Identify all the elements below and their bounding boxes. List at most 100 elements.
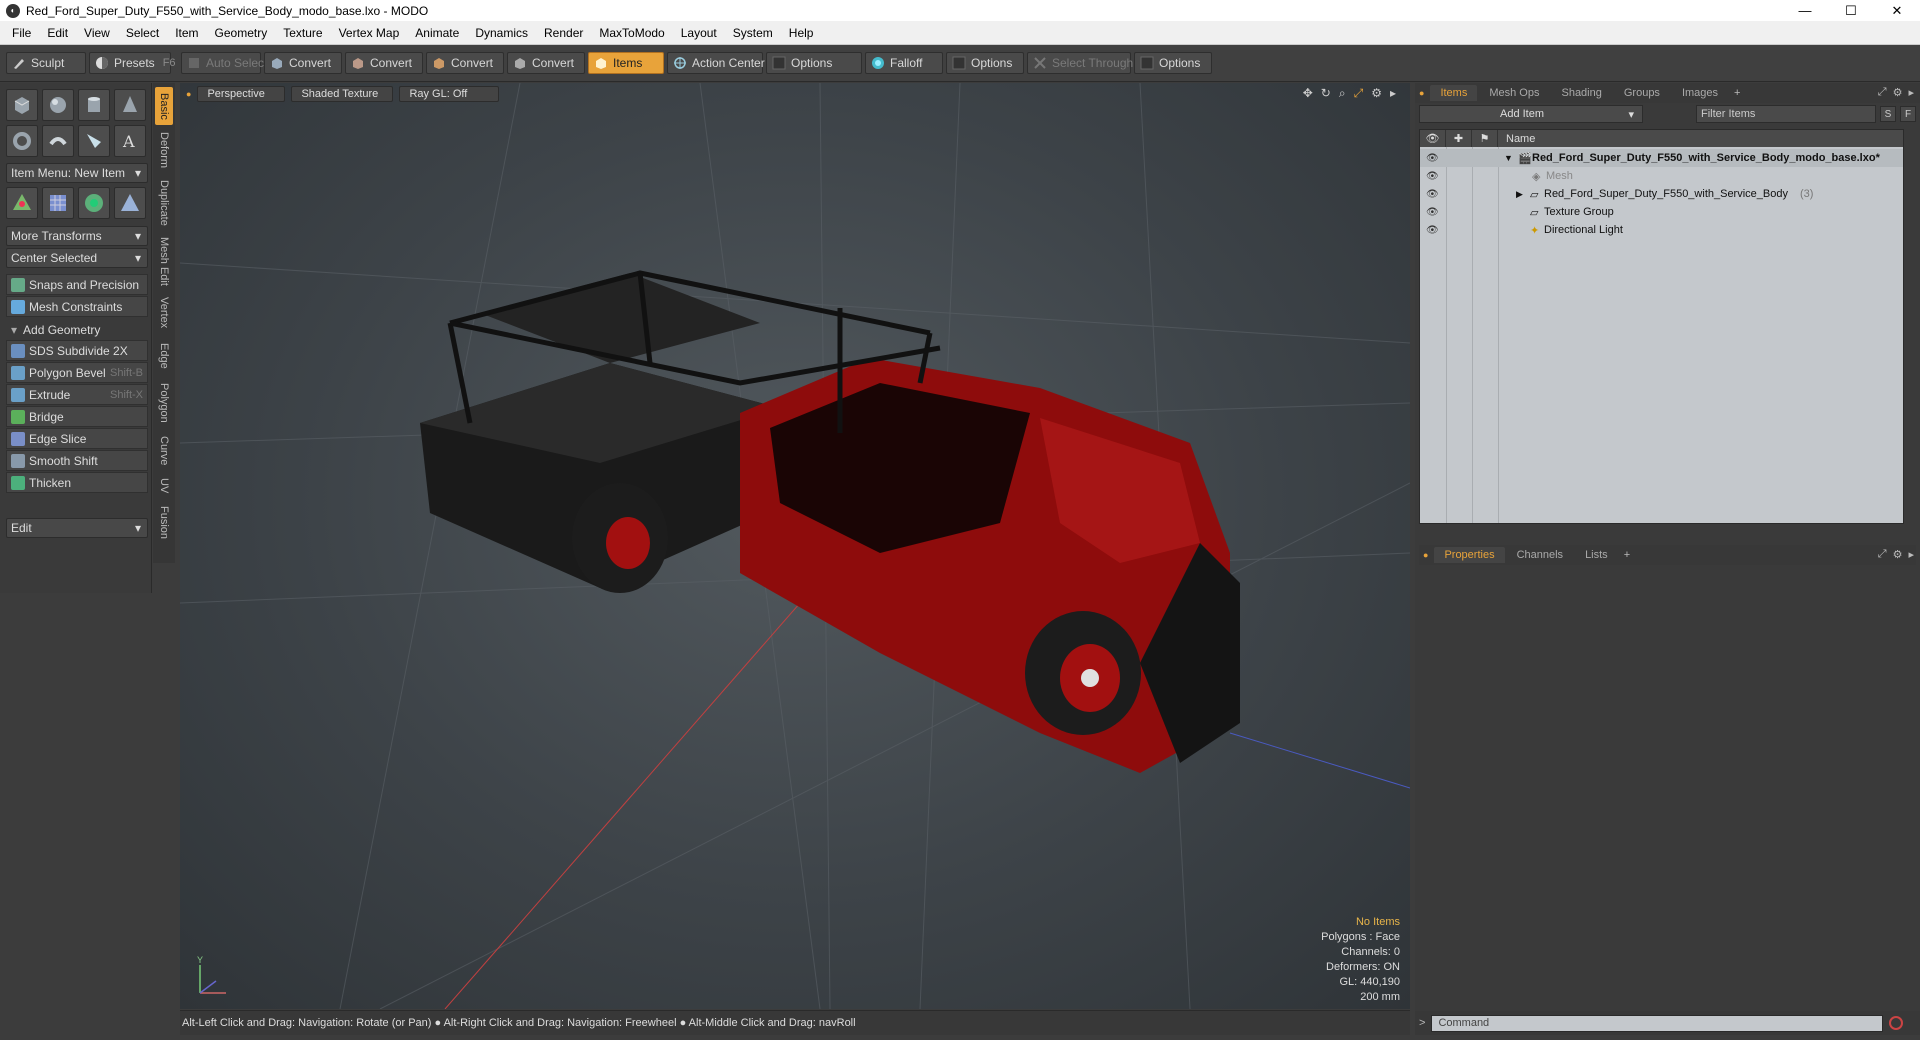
add-tab-icon[interactable]: + — [1620, 549, 1634, 561]
menu-view[interactable]: View — [76, 26, 118, 40]
fit-icon[interactable]: ⤢ — [1354, 86, 1364, 101]
panel-settings-icon[interactable]: ⚙ — [1893, 548, 1903, 561]
tree-row-model[interactable]: 👁 ▶ ▱ Red_Ford_Super_Duty_F550_with_Serv… — [1420, 185, 1903, 203]
render-column-icon[interactable]: ⚑ — [1472, 130, 1498, 147]
tab-shading[interactable]: Shading — [1551, 85, 1611, 101]
eye-icon[interactable]: 👁 — [1426, 189, 1440, 200]
panel-expand-icon[interactable]: ⤢ — [1878, 548, 1887, 561]
collapse-arrow-icon[interactable]: ▼ — [1504, 153, 1513, 163]
menu-select[interactable]: Select — [118, 26, 167, 40]
menu-animate[interactable]: Animate — [407, 26, 467, 40]
tab-vertex[interactable]: Vertex — [155, 293, 173, 333]
panel-settings-icon[interactable]: ⚙ — [1893, 86, 1903, 99]
capsule-tool-icon[interactable] — [42, 125, 74, 157]
extrude-button[interactable]: Extrude Shift-X — [6, 384, 148, 405]
panel-expand-icon[interactable]: ⤢ — [1878, 86, 1887, 99]
viewport-expand-icon[interactable]: ▸ — [1390, 86, 1396, 101]
filter-items-input[interactable]: Filter Items — [1696, 105, 1876, 123]
3d-viewport[interactable]: ● Perspective Shaded Texture Ray GL: Off… — [180, 83, 1410, 1009]
text-tool-icon[interactable]: A — [114, 125, 146, 157]
add-tab-icon[interactable]: + — [1730, 87, 1744, 99]
select-through-button[interactable]: Select Through — [1027, 52, 1133, 74]
menu-vertex-map[interactable]: Vertex Map — [331, 26, 408, 40]
menu-system[interactable]: System — [725, 26, 781, 40]
tab-mesh-edit[interactable]: Mesh Edit — [155, 235, 173, 287]
maximize-button[interactable]: ☐ — [1828, 0, 1874, 21]
eye-icon[interactable]: 👁 — [1426, 153, 1440, 164]
panel-arrow-icon[interactable]: ▸ — [1908, 86, 1914, 99]
menu-maxtomodo[interactable]: MaxToModo — [591, 26, 672, 40]
grid-tool-icon[interactable] — [42, 187, 74, 219]
eye-icon[interactable]: 👁 — [1426, 207, 1440, 218]
pen-tool-icon[interactable] — [78, 125, 110, 157]
edge-slice-button[interactable]: Edge Slice — [6, 428, 148, 449]
orbit-icon[interactable]: ↻ — [1321, 86, 1331, 101]
minimize-button[interactable]: — — [1782, 0, 1828, 21]
tab-channels[interactable]: Channels — [1507, 547, 1573, 563]
menu-dynamics[interactable]: Dynamics — [467, 26, 536, 40]
panel-menu-icon[interactable]: ● — [1423, 550, 1428, 560]
convert-polygons-button[interactable]: Convert — [426, 52, 504, 74]
close-button[interactable]: ✕ — [1874, 0, 1920, 21]
tab-uv[interactable]: UV — [155, 475, 173, 497]
tab-properties[interactable]: Properties — [1434, 547, 1505, 563]
menu-layout[interactable]: Layout — [673, 26, 725, 40]
menu-texture[interactable]: Texture — [275, 26, 330, 40]
viewport-settings-icon[interactable]: ⚙ — [1371, 86, 1382, 101]
thicken-button[interactable]: Thicken — [6, 472, 148, 493]
action-center-button[interactable]: Action Center — [667, 52, 765, 74]
add-item-dropdown[interactable]: Add Item ▾ — [1419, 105, 1643, 123]
tree-row-texture-group[interactable]: 👁 ▱ Texture Group — [1420, 203, 1903, 221]
snaps-precision-button[interactable]: Snaps and Precision — [6, 274, 148, 295]
tab-edge[interactable]: Edge — [155, 339, 173, 373]
tab-deform[interactable]: Deform — [155, 129, 173, 171]
tab-basic[interactable]: Basic — [155, 87, 173, 125]
cylinder-primitive-icon[interactable] — [78, 89, 110, 121]
convert-vertices-button[interactable]: Convert — [264, 52, 342, 74]
cube-primitive-icon[interactable] — [6, 89, 38, 121]
falloff-button[interactable]: Falloff — [865, 52, 943, 74]
visibility-column-icon[interactable]: 👁 — [1420, 130, 1446, 147]
transform-tool-icon[interactable] — [6, 187, 38, 219]
tab-curve[interactable]: Curve — [155, 433, 173, 469]
tree-row-light[interactable]: 👁 ✦ Directional Light — [1420, 221, 1903, 239]
record-icon[interactable] — [1889, 1016, 1904, 1030]
sphere-primitive-icon[interactable] — [42, 89, 74, 121]
smooth-shift-button[interactable]: Smooth Shift — [6, 450, 148, 471]
tab-groups[interactable]: Groups — [1614, 85, 1670, 101]
convert-edges-button[interactable]: Convert — [345, 52, 423, 74]
select-through-options-button[interactable]: Options — [1134, 52, 1212, 74]
search-s-button[interactable]: S — [1880, 106, 1896, 122]
command-input[interactable]: Command — [1431, 1014, 1884, 1032]
presets-button[interactable]: Presets F6 — [89, 52, 176, 74]
filter-f-button[interactable]: F — [1900, 106, 1916, 122]
items-mode-button[interactable]: Items — [588, 52, 664, 74]
tree-row-mesh[interactable]: 👁 ◈ Mesh — [1420, 167, 1903, 185]
action-center-options-button[interactable]: Options — [766, 52, 862, 74]
view-type-button[interactable]: Perspective — [197, 86, 286, 102]
menu-geometry[interactable]: Geometry — [207, 26, 276, 40]
tab-duplicate[interactable]: Duplicate — [155, 177, 173, 229]
item-menu-dropdown[interactable]: Item Menu: New Item ▾ — [6, 163, 148, 183]
scale-tool-icon[interactable] — [114, 187, 146, 219]
sculpt-button[interactable]: Sculpt — [6, 52, 86, 74]
menu-help[interactable]: Help — [781, 26, 822, 40]
name-column-header[interactable]: Name — [1498, 133, 1535, 145]
eye-icon[interactable]: 👁 — [1426, 225, 1440, 236]
menu-edit[interactable]: Edit — [39, 26, 76, 40]
expand-arrow-icon[interactable]: ▶ — [1516, 189, 1523, 200]
mesh-constraints-button[interactable]: Mesh Constraints — [6, 296, 148, 317]
menu-item[interactable]: Item — [167, 26, 206, 40]
tab-polygon[interactable]: Polygon — [155, 379, 173, 427]
viewport-menu-icon[interactable]: ● — [186, 89, 191, 99]
torus-primitive-icon[interactable] — [6, 125, 38, 157]
zoom-icon[interactable]: ⌕ — [1339, 86, 1346, 101]
raygl-button[interactable]: Ray GL: Off — [399, 86, 500, 102]
lock-column-icon[interactable]: ✚ — [1446, 130, 1472, 147]
more-transforms-dropdown[interactable]: More Transforms ▾ — [6, 226, 148, 246]
add-geometry-header[interactable]: ▾ Add Geometry — [6, 319, 148, 340]
bridge-button[interactable]: Bridge — [6, 406, 148, 427]
panel-menu-icon[interactable]: ● — [1419, 88, 1424, 98]
panel-arrow-icon[interactable]: ▸ — [1908, 548, 1914, 561]
auto-select-button[interactable]: Auto Select — [181, 52, 267, 74]
